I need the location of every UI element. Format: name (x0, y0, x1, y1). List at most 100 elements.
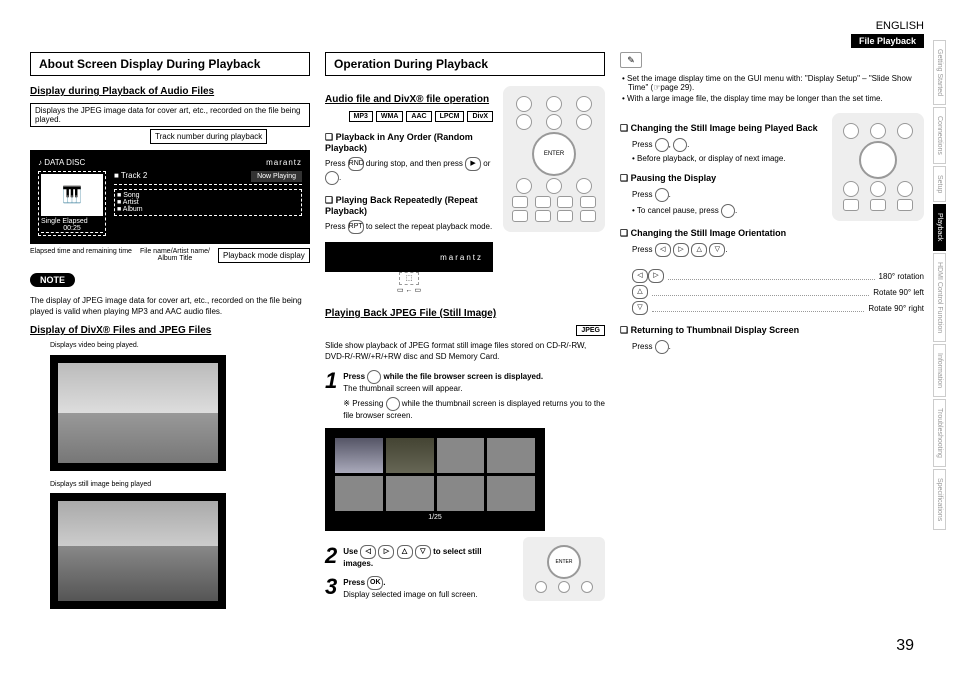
step2-text-a: Use (343, 547, 360, 556)
track-label: Track 2 (121, 171, 147, 180)
display-bar: marantz (325, 242, 493, 272)
orient-up-icon: △ (691, 243, 707, 257)
instruction-change: Press , . (632, 138, 822, 152)
subtitle-divx-jpeg: Display of DivX® Files and JPEG Files (30, 325, 310, 336)
badge-wma: WMA (376, 111, 404, 122)
step3-text-a: Press (343, 578, 367, 587)
prev-icon (655, 138, 669, 152)
up-icon: △ (397, 545, 413, 559)
play-icon: ▶ (465, 157, 481, 171)
heading-random: Playback in Any Order (Random Playback) (325, 132, 493, 153)
tab-hdmi[interactable]: HDMI Control Function (933, 253, 946, 342)
repeat-icon: RPT (348, 220, 364, 234)
side-tabs: Getting Started Connections Setup Playba… (933, 40, 946, 530)
tag-song: Song (123, 192, 139, 199)
heading-change-image: Changing the Still Image being Played Ba… (620, 123, 822, 134)
random-icon: RND (348, 157, 364, 171)
still-preview (50, 493, 226, 609)
time-value: 00:25 (41, 225, 103, 233)
heading-return-thumb: Returning to Thumbnail Display Screen (620, 325, 924, 336)
play-icon-2 (721, 204, 735, 218)
popup-menu-icon-2 (386, 397, 400, 411)
ok-icon: OK (367, 576, 383, 590)
remote-hint-icons: ⬚ ▭ ← ▭ (325, 274, 493, 294)
cover-art-icon: 🎹 (41, 174, 103, 216)
step1-note: The thumbnail screen will appear. (343, 384, 605, 393)
next-icon (673, 138, 687, 152)
pause-icon (655, 188, 669, 202)
bullet-large-image: With a large image file, the display tim… (628, 94, 924, 103)
change-note: Before playback, or display of next imag… (638, 154, 822, 163)
note-pill: NOTE (30, 273, 75, 287)
step-1-number: 1 (325, 370, 337, 392)
tab-setup[interactable]: Setup (933, 166, 946, 202)
subtitle-audio-display: Display during Playback of Audio Files (30, 86, 310, 97)
jpeg-intro: Slide show playback of JPEG format still… (325, 340, 605, 362)
annotation-left: Elapsed time and remaining time (30, 248, 132, 265)
brand-label: marantz (266, 158, 302, 167)
heading-orientation: Changing the Still Image Orientation (620, 228, 822, 239)
disc-label: DATA DISC (44, 158, 85, 167)
annotation-mid: File name/Artist name/ Album Title (140, 248, 210, 265)
left-icon: ◁ (360, 545, 376, 559)
tab-information[interactable]: Information (933, 344, 946, 397)
enter-icon (325, 171, 339, 185)
tag-artist: Artist (123, 199, 139, 206)
popup-menu-icon-3 (655, 340, 669, 354)
step-3-number: 3 (325, 576, 337, 598)
instruction-repeat: Press RPT to select the repeat playback … (325, 220, 493, 234)
instruction-random: Press RND during stop, and then press ▶ … (325, 157, 493, 185)
step1-text-a: Press (343, 372, 367, 381)
now-playing-label: Now Playing (251, 171, 302, 182)
caption-still: Displays still image being played (50, 481, 310, 489)
note-icon: ✎ (620, 52, 642, 68)
remote-control-2 (832, 113, 924, 221)
popup-menu-icon (367, 370, 381, 384)
badge-divx: DivX (467, 111, 493, 122)
tab-specifications[interactable]: Specifications (933, 469, 946, 530)
tag-album: Album (123, 206, 143, 213)
right-icon: ▷ (378, 545, 394, 559)
orient-90r: Rotate 90° right (868, 304, 924, 313)
orient-180: 180° rotation (879, 272, 924, 281)
tab-connections[interactable]: Connections (933, 107, 946, 164)
orient-left-icon: ◁ (655, 243, 671, 257)
page-number: 39 (896, 637, 914, 655)
heading-pause: Pausing the Display (620, 173, 822, 184)
badge-aac: AAC (406, 111, 431, 122)
tab-troubleshooting[interactable]: Troubleshooting (933, 399, 946, 467)
badge-jpeg: JPEG (576, 325, 605, 336)
orient-right-icon: ▷ (673, 243, 689, 257)
callout-track-number: Track number during playback (150, 129, 267, 144)
rot-left-icon: ◁ (632, 269, 648, 283)
orient-90l: Rotate 90° left (873, 288, 924, 297)
player-screen: ♪ DATA DISC marantz 🎹 Single Elapsed 00:… (30, 150, 310, 244)
thumb-counter: 1/25 (335, 514, 535, 521)
subtitle-audio-divx-op: Audio file and DivX® file operation (325, 94, 493, 105)
breadcrumb: File Playback (851, 34, 924, 48)
instruction-return: Press . (632, 340, 924, 354)
remote-enter-button: ENTER (532, 132, 576, 176)
down-icon: ▽ (415, 545, 431, 559)
thumbnail-grid: 1/25 (325, 428, 545, 531)
callout-jpeg-data: Displays the JPEG image data for cover a… (30, 103, 310, 127)
heading-repeat: Playing Back Repeatedly (Repeat Playback… (325, 195, 493, 216)
language-label: ENGLISH (876, 20, 924, 32)
video-preview (50, 355, 226, 471)
step3-text-b: . (383, 578, 385, 587)
subtitle-jpeg-playback: Playing Back JPEG File (Still Image) (325, 308, 605, 319)
badge-mp3: MP3 (349, 111, 373, 122)
step3-text-c: Display selected image on full screen. (343, 590, 477, 599)
step1-extra: Pressing (352, 399, 385, 408)
pause-note: To cancel pause, press . (638, 204, 822, 218)
orient-down-icon: ▽ (709, 243, 725, 257)
rot-up-icon: △ (632, 285, 648, 299)
tab-playback[interactable]: Playback (933, 204, 946, 250)
annotation-right: Playback mode display (218, 248, 310, 263)
section-operation: Operation During Playback (325, 52, 605, 76)
remote-control-1: ENTER (503, 86, 605, 232)
elapsed-label: Single Elapsed (41, 218, 88, 225)
tab-getting-started[interactable]: Getting Started (933, 40, 946, 105)
bullet-display-time: Set the image display time on the GUI me… (628, 74, 924, 92)
note-text: The display of JPEG image data for cover… (30, 295, 310, 317)
